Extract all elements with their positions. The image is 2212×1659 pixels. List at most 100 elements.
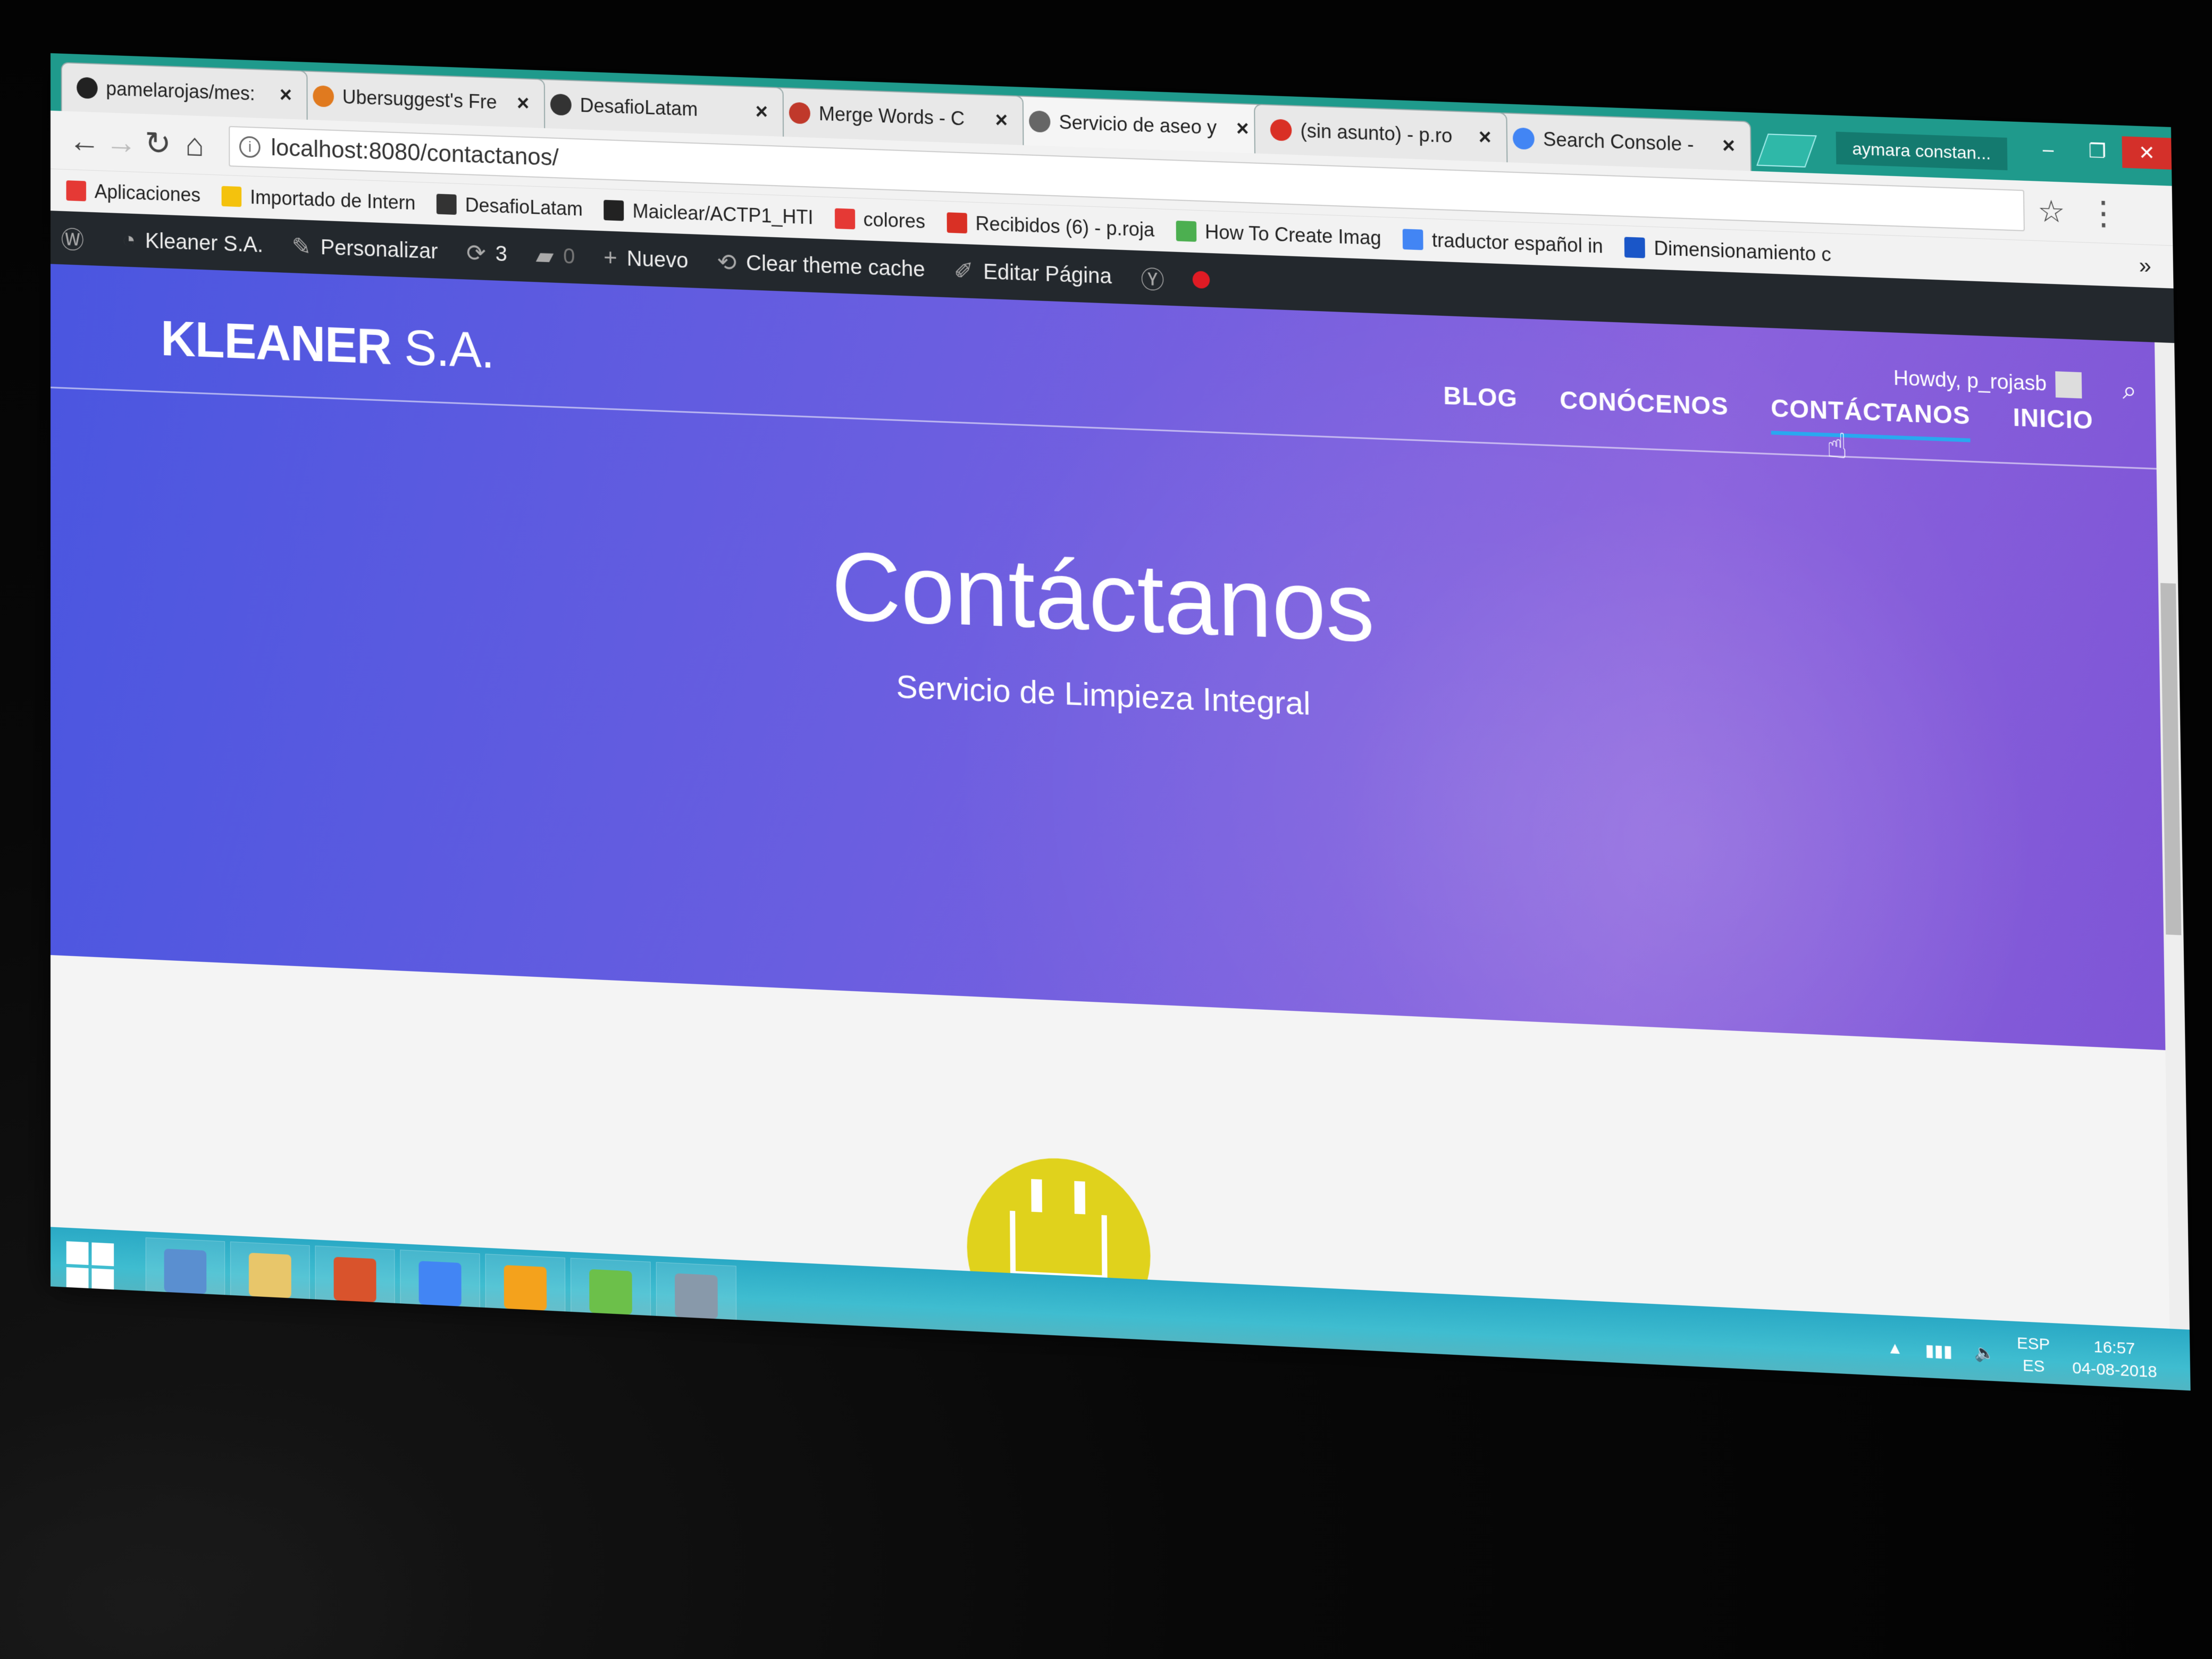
comment-bubble-icon: ▰ <box>535 242 554 269</box>
browser-tab[interactable]: Search Console - × <box>1496 112 1752 171</box>
ubersuggest-icon <box>313 85 334 107</box>
close-tab-icon[interactable]: × <box>995 108 1008 132</box>
minimize-icon[interactable]: – <box>2023 133 2073 166</box>
tab-title: pamelarojas/mes: <box>106 77 255 105</box>
customize-link[interactable]: ✎ Personalizar <box>291 232 438 265</box>
forward-icon[interactable]: → <box>103 123 139 161</box>
bookmark-item[interactable]: Recibidos (6) - p.roja <box>946 211 1154 241</box>
bookmark-label: Maiclear/ACTP1_HTI <box>632 199 814 229</box>
nav-link[interactable]: BLOG <box>1443 381 1518 413</box>
language-code: ESP <box>2016 1334 2050 1354</box>
reload-icon[interactable]: ↻ <box>139 124 176 163</box>
screen: pamelarojas/mes: × Ubersuggest's Fre × Desaf… <box>51 53 2191 1391</box>
bookmark-star-icon[interactable]: ☆ <box>2038 193 2066 230</box>
clock[interactable]: 16:57 04-08-2018 <box>2072 1335 2157 1384</box>
bookmark-label: colores <box>863 208 926 233</box>
close-tab-icon[interactable]: × <box>1722 133 1735 158</box>
address-text: localhost:8080/contactanos/ <box>271 134 559 171</box>
wordpress-logo-icon[interactable]: Ⓦ <box>61 221 94 256</box>
edit-page-link[interactable]: ✐ Editar Página <box>954 257 1112 290</box>
home-icon[interactable]: ⌂ <box>177 125 213 164</box>
tab-title: (sin asunto) - p.ro <box>1300 119 1453 147</box>
volume-icon[interactable]: 🔈 <box>1974 1343 1995 1363</box>
site-logo[interactable]: KLEANER S.A. <box>161 311 494 380</box>
photos-icon <box>164 1249 207 1294</box>
bookmark-item[interactable]: DesafioLatam <box>437 192 583 220</box>
new-content-link[interactable]: + Nuevo <box>604 244 688 274</box>
language-indicator[interactable]: ESP ES <box>2017 1333 2050 1378</box>
avatar <box>2055 371 2082 399</box>
logo-light-text: S.A. <box>404 320 495 379</box>
browser-tab[interactable]: DesafioLatam × <box>534 78 784 137</box>
bookmark-item[interactable]: colores <box>834 207 925 233</box>
git-icon <box>589 1269 632 1315</box>
network-icon[interactable]: ▮▮▮ <box>1925 1340 1953 1361</box>
search-icon[interactable]: ⌕ <box>2122 375 2136 406</box>
account-menu[interactable]: Howdy, p_rojasb <box>1893 365 2082 399</box>
close-tab-icon[interactable]: × <box>517 91 529 115</box>
bookmark-item[interactable]: How To Create Imag <box>1176 220 1381 250</box>
close-tab-icon[interactable]: × <box>1236 116 1249 141</box>
site-name-link[interactable]: ◔ Kleaner S.A. <box>122 227 263 258</box>
restore-icon[interactable]: ❐ <box>2073 135 2123 168</box>
file-explorer-icon <box>248 1252 291 1298</box>
new-tab-button[interactable] <box>1756 133 1817 167</box>
site-info-icon[interactable]: i <box>239 136 261 158</box>
customize-label: Personalizar <box>320 235 438 263</box>
bookmark-item[interactable]: Importado de Intern <box>221 185 416 214</box>
browser-tab[interactable]: (sin asunto) - p.ro × <box>1254 104 1508 163</box>
tab-title: Search Console - <box>1543 128 1694 156</box>
close-window-icon[interactable]: ✕ <box>2122 136 2172 170</box>
browser-menu-icon[interactable]: ⋮ <box>2087 194 2120 233</box>
office-icon <box>333 1256 376 1303</box>
bookmark-label: Aplicaciones <box>94 180 201 206</box>
dashboard-icon: ◔ <box>122 227 136 254</box>
refresh-icon: ⟲ <box>717 248 737 276</box>
plus-icon: + <box>604 244 617 271</box>
google-icon <box>1402 229 1423 250</box>
clear-cache-label: Clear theme cache <box>745 250 925 281</box>
folder-icon <box>221 186 242 207</box>
bookmark-label: DesafioLatam <box>465 194 583 220</box>
profile-button[interactable]: aymara constan... <box>1836 131 2008 171</box>
pencil-icon: ✐ <box>953 257 974 285</box>
close-tab-icon[interactable]: × <box>755 99 768 124</box>
browser-tab[interactable]: Merge Words - C × <box>773 87 1024 145</box>
browser-tab[interactable]: pamelarojas/mes: × <box>61 62 308 120</box>
tab-title: DesafioLatam <box>580 94 698 121</box>
logo-bold-text: KLEANER <box>161 311 391 375</box>
nav-link[interactable]: INICIO <box>2013 403 2093 435</box>
bookmark-item[interactable]: Dimensionamiento c <box>1624 236 1831 266</box>
bookmark-item[interactable]: Aplicaciones <box>66 179 201 206</box>
back-icon[interactable]: ← <box>66 122 103 160</box>
bookmark-item[interactable]: traductor español in <box>1402 228 1603 257</box>
tab-title: Merge Words - C <box>818 102 965 130</box>
app-circle-icon <box>674 1273 718 1319</box>
bookmark-label: Recibidos (6) - p.roja <box>975 212 1155 241</box>
hand-cursor-icon: ☝ <box>1826 425 1848 466</box>
browser-tab[interactable]: Ubersuggest's Fre × <box>297 70 546 129</box>
w3schools-icon <box>1176 220 1197 242</box>
clear-cache-link[interactable]: ⟲ Clear theme cache <box>717 248 925 283</box>
browser-tab[interactable]: Servicio de aseo y × <box>1012 95 1266 154</box>
bookmarks-overflow[interactable]: » <box>2139 254 2151 279</box>
edit-page-label: Editar Página <box>983 259 1112 288</box>
window-controls: – ❐ ✕ <box>2023 133 2172 170</box>
nav-link[interactable]: CONTÁCTANOS <box>1771 393 1971 430</box>
bookmark-label: traductor español in <box>1431 229 1603 257</box>
tab-title: Ubersuggest's Fre <box>342 86 497 113</box>
windows-start-icon[interactable] <box>66 1241 114 1293</box>
close-tab-icon[interactable]: × <box>280 83 292 107</box>
nav-link[interactable]: CONÓCENOS <box>1560 385 1729 421</box>
comments-link[interactable]: ▰ 0 <box>535 241 575 270</box>
flag-icon <box>1624 237 1646 258</box>
show-hidden-icons-icon[interactable]: ▲ <box>1887 1339 1903 1359</box>
bookmark-item[interactable]: Maiclear/ACTP1_HTI <box>604 199 814 229</box>
yoast-link[interactable]: Ⓨ <box>1141 261 1174 296</box>
bookmark-label: How To Create Imag <box>1204 220 1381 249</box>
system-tray: ▲ ▮▮▮ 🔈 ESP ES 16:57 04-08-2018 <box>1887 1326 2157 1384</box>
scrollbar-thumb[interactable] <box>2160 583 2182 935</box>
desafiolatam-icon <box>437 194 457 215</box>
close-tab-icon[interactable]: × <box>1478 125 1491 150</box>
updates-link[interactable]: ⟳ 3 <box>466 239 507 267</box>
